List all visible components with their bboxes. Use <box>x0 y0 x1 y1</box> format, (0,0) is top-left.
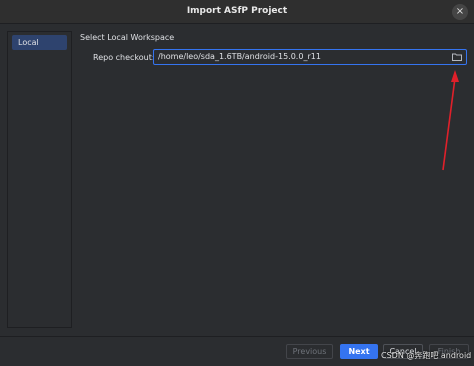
section-title: Select Local Workspace <box>80 33 175 42</box>
next-button[interactable]: Next <box>340 344 378 359</box>
repo-checkout-field[interactable]: /home/leo/sda_1.6TB/android-15.0.0_r11 <box>153 49 467 65</box>
dialog-title: Import ASfP Project <box>186 6 288 16</box>
close-button[interactable]: × <box>452 4 468 20</box>
repo-checkout-value[interactable]: /home/leo/sda_1.6TB/android-15.0.0_r11 <box>158 52 321 61</box>
title-bar: Import ASfP Project × <box>0 0 474 24</box>
watermark: CSDN @奔跑吧 android <box>381 351 472 360</box>
folder-icon[interactable] <box>452 53 462 61</box>
sidebar: Local <box>7 31 72 328</box>
previous-button[interactable]: Previous <box>286 344 333 359</box>
sidebar-item-local[interactable]: Local <box>12 35 67 50</box>
footer-divider <box>0 336 474 337</box>
repo-checkout-label: Repo checkout: <box>93 53 155 62</box>
